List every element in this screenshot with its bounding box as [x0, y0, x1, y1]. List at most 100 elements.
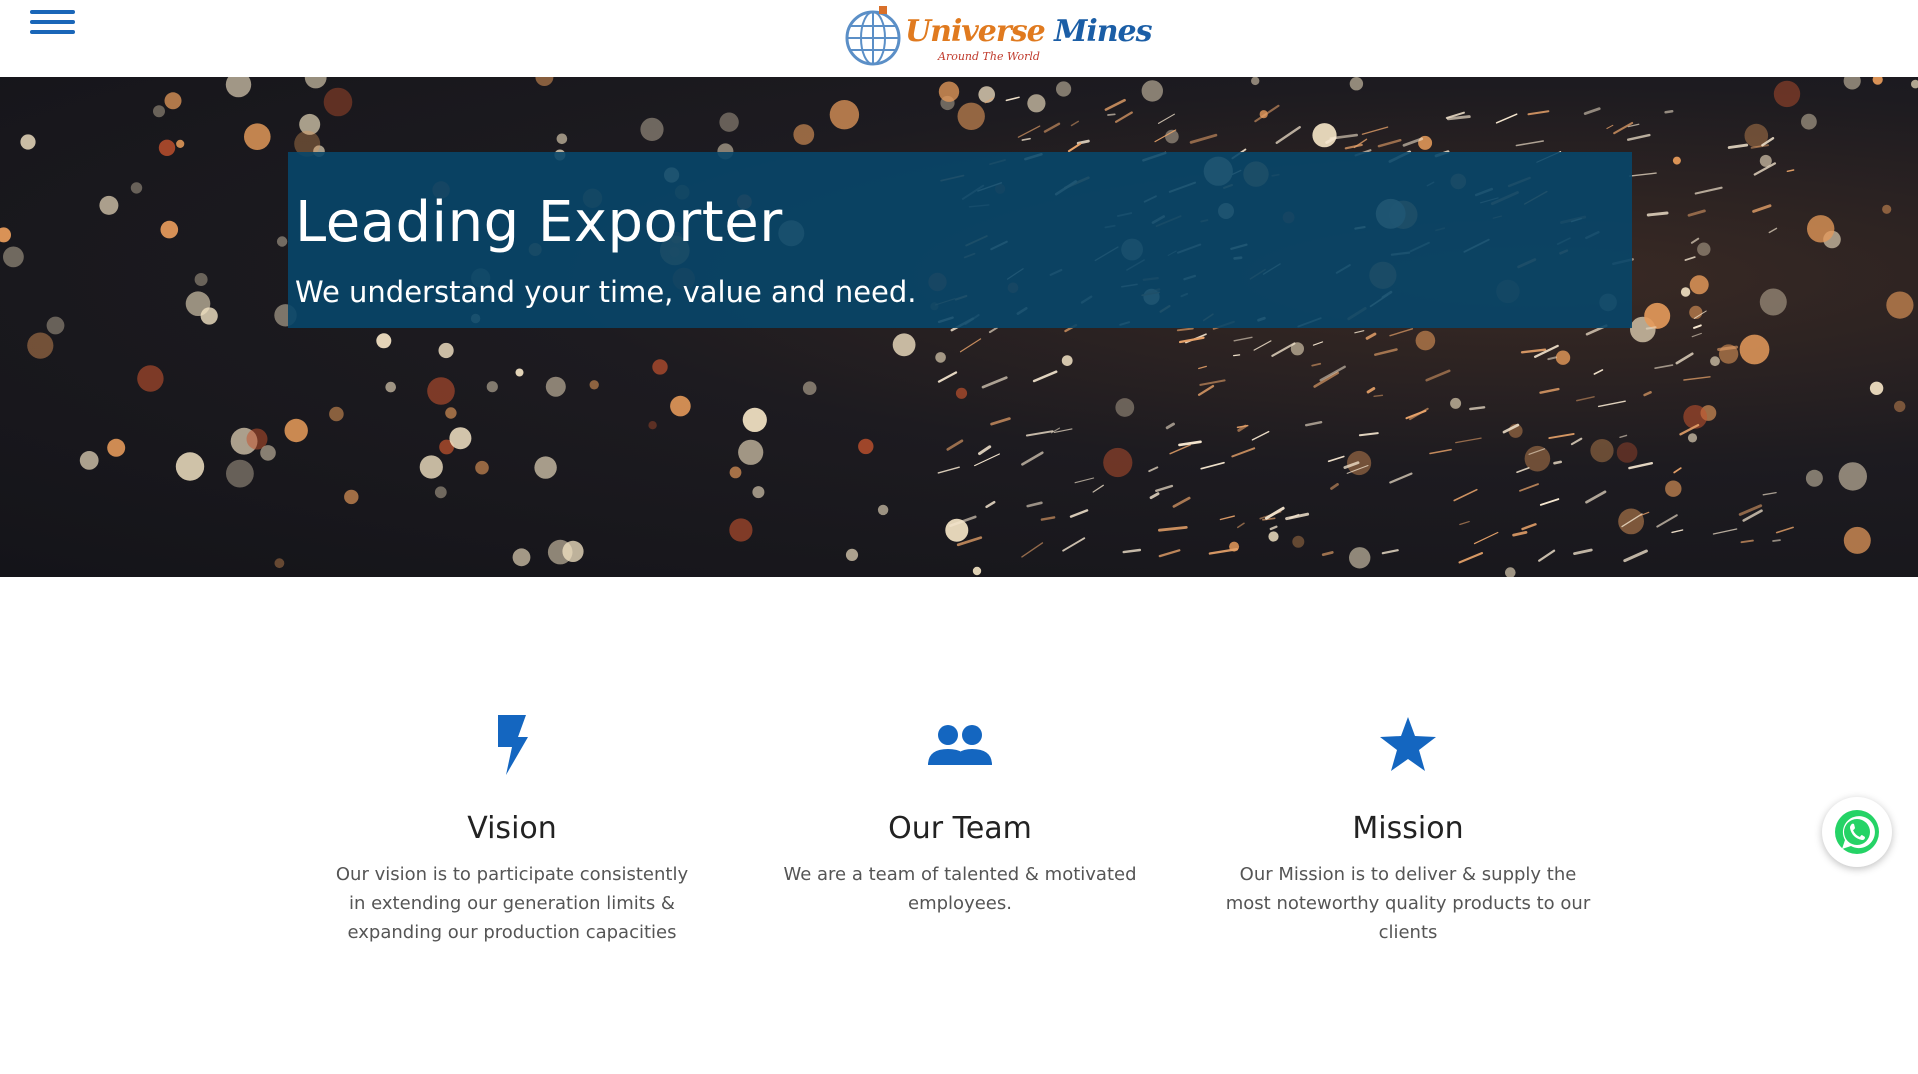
- spark-streak: [1021, 137, 1031, 141]
- hamburger-menu-icon[interactable]: [30, 10, 78, 42]
- site-logo[interactable]: Universe Mines Around The World: [843, 2, 1153, 66]
- bokeh-dot: [512, 548, 531, 567]
- spark-streak: [1553, 460, 1562, 465]
- spark-streak: [1062, 537, 1086, 552]
- spark-streak: [1005, 96, 1020, 102]
- bokeh-dot: [547, 539, 573, 565]
- spark-streak: [1165, 422, 1175, 430]
- bokeh-dot: [729, 466, 742, 479]
- feature-mission: Mission Our Mission is to deliver & supp…: [1208, 715, 1608, 947]
- spark-streak: [1358, 432, 1379, 437]
- spark-streak: [1365, 332, 1377, 340]
- bokeh-dot: [877, 504, 889, 516]
- spark-streak: [1032, 370, 1058, 383]
- bokeh-dot: [1807, 215, 1835, 243]
- spark-streak: [1198, 365, 1207, 370]
- spark-streak: [1473, 531, 1499, 545]
- bokeh-dot: [742, 407, 767, 432]
- bokeh-dot: [260, 445, 276, 461]
- spark-streak: [1312, 341, 1324, 346]
- spark-streak: [1623, 549, 1648, 563]
- spark-streak: [1155, 484, 1174, 492]
- logo-text: Universe Mines: [905, 14, 1153, 49]
- bokeh-dot: [719, 112, 739, 132]
- spark-streak: [974, 453, 1000, 467]
- bokeh-dot: [1687, 433, 1698, 443]
- bokeh-dot: [107, 438, 126, 457]
- features-section: Vision Our vision is to participate cons…: [0, 577, 1918, 1074]
- bokeh-dot: [445, 407, 457, 419]
- bokeh-dot: [535, 77, 554, 86]
- spark-streak: [1169, 444, 1191, 455]
- bokeh-dot: [226, 459, 254, 488]
- spark-streak: [1527, 110, 1550, 116]
- spark-streak: [1092, 484, 1104, 493]
- bokeh-dot: [1349, 547, 1371, 569]
- site-header: Universe Mines Around The World: [0, 0, 1918, 77]
- bokeh-dot: [176, 139, 185, 148]
- spark-streak: [1712, 528, 1738, 535]
- bokeh-dot: [1773, 80, 1801, 108]
- spark-streak: [1389, 328, 1414, 337]
- globe-icon: [845, 6, 901, 66]
- spark-streak: [1425, 369, 1451, 382]
- bokeh-dot: [858, 438, 874, 455]
- bokeh-dot: [1882, 204, 1892, 214]
- bokeh-dot: [130, 182, 143, 194]
- spark-streak: [1628, 462, 1654, 470]
- lightning-bolt-icon: [498, 715, 528, 775]
- bokeh-dot: [79, 451, 99, 470]
- spark-streak: [1684, 256, 1696, 261]
- spark-streak: [1548, 432, 1575, 440]
- spark-streak: [1017, 125, 1041, 138]
- spark-streak: [1516, 467, 1530, 474]
- bokeh-dot: [545, 376, 566, 397]
- bokeh-dot: [515, 368, 524, 377]
- spark-streak: [1219, 515, 1236, 521]
- bokeh-dot: [449, 427, 472, 450]
- bokeh-dot: [194, 273, 208, 286]
- bokeh-dot: [376, 333, 392, 349]
- bokeh-dot: [955, 387, 968, 399]
- bokeh-dot: [1672, 156, 1681, 165]
- spark-streak: [1354, 330, 1365, 334]
- spark-streak: [1319, 365, 1346, 382]
- spark-streak: [1752, 204, 1772, 213]
- whatsapp-icon: [1835, 810, 1879, 854]
- bokeh-dot: [1872, 77, 1883, 85]
- spark-streak: [1520, 348, 1547, 354]
- spark-streak: [1178, 440, 1202, 447]
- feature-text: Our vision is to participate consistentl…: [335, 864, 689, 943]
- spark-streak: [1327, 455, 1345, 463]
- spark-streak: [1197, 384, 1215, 396]
- bokeh-dot: [3, 246, 24, 268]
- bokeh-dot: [1349, 77, 1364, 91]
- spark-streak: [1233, 336, 1253, 342]
- spark-streak: [1366, 387, 1376, 394]
- spark-streak: [1643, 390, 1652, 397]
- bokeh-dot: [1292, 535, 1305, 548]
- feature-vision: Vision Our vision is to participate cons…: [312, 715, 712, 947]
- bokeh-dot: [27, 332, 54, 359]
- bokeh-dot: [670, 395, 691, 417]
- bokeh-dot: [1739, 334, 1770, 365]
- spark-streak: [1547, 356, 1557, 361]
- spark-streak: [1026, 501, 1043, 508]
- spark-streak: [1200, 461, 1225, 470]
- whatsapp-button[interactable]: [1822, 797, 1892, 867]
- spark-streak: [1275, 126, 1301, 145]
- spark-streak: [1512, 530, 1528, 537]
- bokeh-dot: [1843, 77, 1861, 90]
- bokeh-dot: [419, 455, 443, 479]
- logo-word-mines: Mines: [1044, 14, 1152, 49]
- spark-streak: [1374, 348, 1398, 356]
- spark-streak: [1158, 525, 1188, 532]
- spark-streak: [1043, 122, 1061, 133]
- spark-streak: [1021, 451, 1044, 466]
- spark-streak: [1727, 143, 1749, 149]
- bokeh-dot: [427, 377, 455, 405]
- spark-streak: [1313, 371, 1339, 388]
- spark-streak: [990, 417, 1011, 426]
- spark-streak: [1455, 437, 1482, 444]
- bokeh-dot: [243, 123, 271, 150]
